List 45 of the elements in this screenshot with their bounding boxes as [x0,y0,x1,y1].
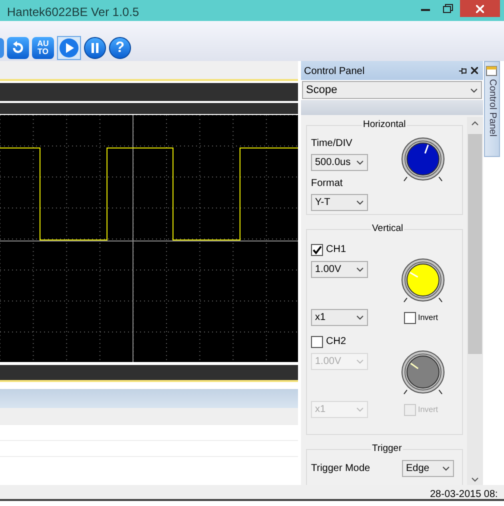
close-icon [476,4,484,12]
refresh-button[interactable] [7,37,29,59]
minimize-icon[interactable] [421,9,430,12]
play-button[interactable] [57,36,81,60]
checkbox[interactable] [311,336,323,348]
trigger-mode-dropdown[interactable]: Edge [402,460,454,477]
invert-label: Invert [418,404,438,416]
invert-label: Invert [418,312,438,324]
chevron-down-icon [356,267,364,272]
time-div-label: Time/DIV [311,137,354,151]
pause-icon [90,43,100,53]
maximize-icon[interactable] [443,4,453,13]
scroll-down-icon[interactable] [471,477,479,483]
chevron-down-icon [356,359,364,364]
trigger-mode-label: Trigger Mode [311,462,370,476]
toolbar-button[interactable] [0,38,4,58]
chevron-down-icon [470,88,478,92]
window-title: Hantek6022BE Ver 1.0.5 [7,4,140,21]
channel-label: CH2 [326,335,346,349]
checkbox[interactable] [311,244,323,256]
status-datetime: 28-03-2015 08: [430,488,498,502]
refresh-icon [11,41,25,55]
scroll-up-icon[interactable] [471,120,479,126]
side-tab[interactable]: Control Panel [484,61,500,157]
chevron-down-icon [356,315,364,320]
channel-label: CH1 [326,243,346,257]
format-label: Format [311,177,344,191]
panel-icon [486,64,498,76]
scrollbar[interactable] [467,117,483,485]
close-button[interactable] [460,0,500,17]
pin-icon[interactable] [459,67,467,75]
auto-button[interactable]: AU TO [32,37,54,59]
probe-dropdown[interactable]: x1 [311,309,368,326]
mode-dropdown[interactable]: Scope [302,81,482,99]
panel-title: Control Panel [304,65,365,79]
volts-dropdown[interactable]: 1.00V [311,261,368,278]
chevron-down-icon [356,200,364,205]
chevron-down-icon [356,407,364,412]
side-tab-label: Control Panel [486,79,500,137]
time-div-dropdown[interactable]: 500.0us [311,154,368,171]
close-icon[interactable] [471,67,478,74]
play-icon [59,38,79,58]
chevron-down-icon [442,466,450,471]
chevron-down-icon [356,160,364,165]
format-dropdown[interactable]: Y-T [311,194,368,211]
